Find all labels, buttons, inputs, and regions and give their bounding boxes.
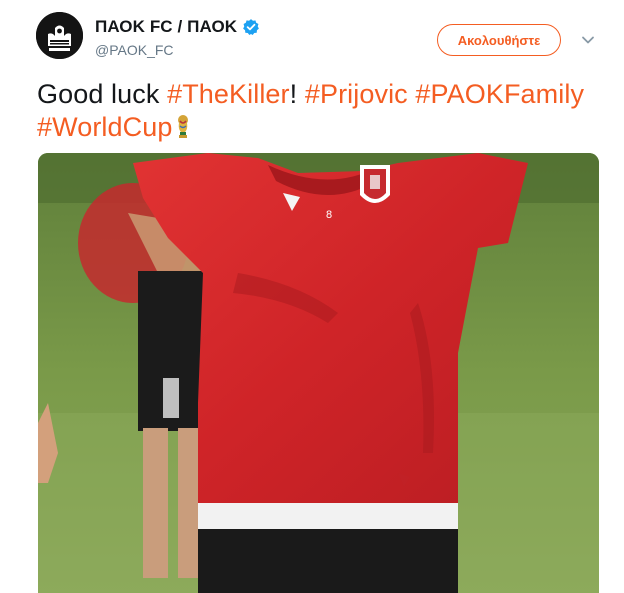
hashtag-link[interactable]: #WorldCup bbox=[37, 112, 172, 142]
paok-eagle-logo-icon bbox=[36, 12, 83, 59]
hashtag-link[interactable]: #PAOKFamily bbox=[415, 79, 584, 109]
world-cup-trophy-icon bbox=[176, 114, 190, 140]
tweet-text-plain: Good luck bbox=[37, 79, 160, 109]
avatar[interactable] bbox=[36, 12, 83, 59]
name-row: ΠΑΟΚ FC / ΠΑΟΚ bbox=[95, 16, 260, 38]
tweet-text-punct: ! bbox=[289, 79, 298, 109]
tweet-photo[interactable]: 8 bbox=[38, 153, 599, 593]
hashtag-link[interactable]: #Prijovic bbox=[305, 79, 408, 109]
handle[interactable]: @PAOK_FC bbox=[95, 42, 174, 58]
football-player-photo: 8 bbox=[38, 153, 599, 593]
verified-badge-icon bbox=[242, 18, 260, 36]
jersey-number: 8 bbox=[326, 209, 332, 221]
display-name[interactable]: ΠΑΟΚ FC / ΠΑΟΚ bbox=[95, 17, 237, 37]
hashtag-link[interactable]: #TheKiller bbox=[167, 79, 290, 109]
follow-button[interactable]: Ακολουθήστε bbox=[437, 24, 561, 56]
tweet-text: Good luck #TheKiller! #Prijovic #PAOKFam… bbox=[37, 78, 597, 144]
chevron-down-icon[interactable] bbox=[580, 32, 596, 48]
